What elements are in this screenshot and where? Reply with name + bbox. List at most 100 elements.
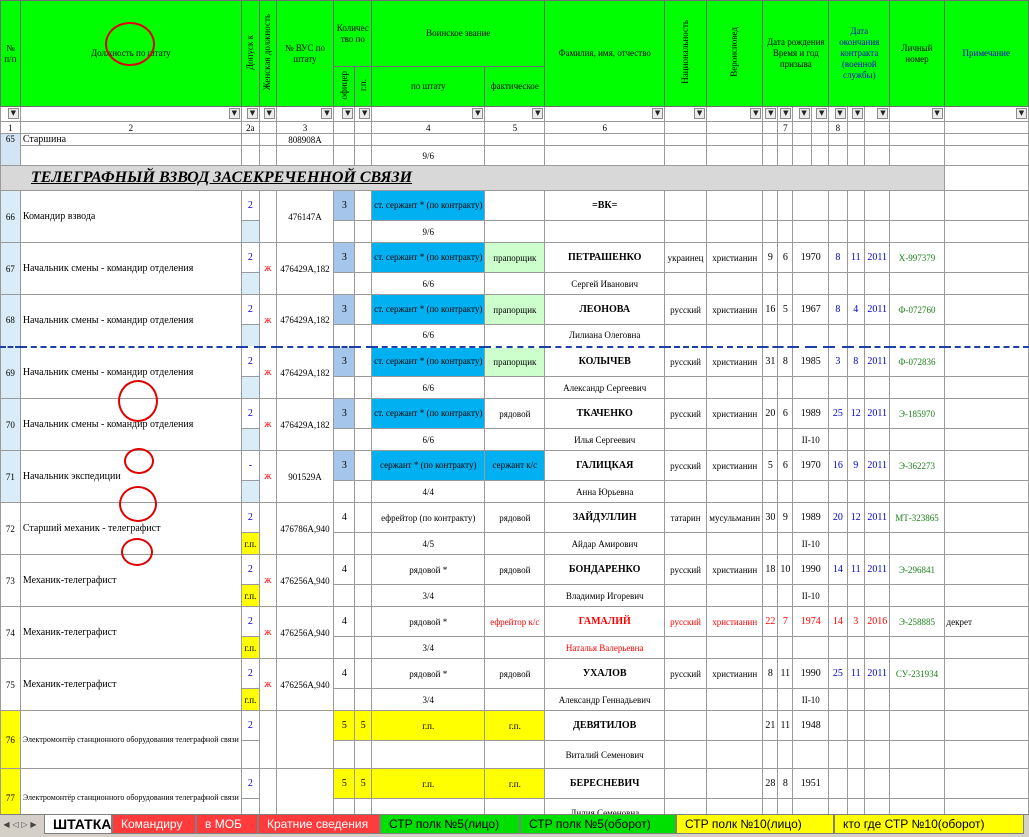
access-cell[interactable]: 2 (240, 606, 260, 637)
access-cell[interactable]: 2 (240, 190, 260, 221)
gp-marker-cell[interactable] (240, 428, 260, 451)
filter-dropdown-button[interactable]: ▼ (263, 108, 275, 119)
rank-sub-cell[interactable]: 3/4 (371, 636, 486, 659)
table-row[interactable]: 65 Старшина 808908А (0, 133, 1029, 166)
first-sheet-icon[interactable]: ◀ (2, 818, 11, 831)
last-sheet-icon[interactable]: ▶ (29, 818, 38, 831)
note-cell[interactable] (943, 242, 1029, 273)
birth-year-cell[interactable]: 1990 (792, 658, 830, 689)
gender-cell[interactable] (258, 710, 277, 769)
contract-year-cell[interactable]: 2011 (864, 345, 891, 377)
filter-dropdown-button[interactable]: ▼ (931, 108, 943, 119)
call-up-cell[interactable] (792, 272, 830, 295)
contract-year-cell[interactable]: 2011 (864, 554, 891, 585)
religion-cell[interactable]: христианин (706, 606, 764, 637)
surname-cell[interactable]: ТКАЧЕНКО (544, 398, 666, 429)
religion-cell[interactable]: христианин (706, 294, 764, 325)
personal-number-cell[interactable]: СУ-231934 (889, 658, 945, 689)
contract-day-cell[interactable]: 8 (828, 242, 848, 273)
count-gp-cell[interactable]: 5 (354, 768, 373, 799)
count-gp-cell[interactable] (354, 658, 373, 689)
religion-cell[interactable]: христианин (706, 450, 764, 481)
birth-month-cell[interactable]: 5 (777, 294, 794, 325)
surname-cell[interactable]: ПЕТРАШЕНКО (544, 242, 666, 273)
rank-sub-cell[interactable]: 6/6 (371, 324, 486, 347)
next-sheet-icon[interactable]: ▷ (20, 818, 29, 831)
given-names-cell[interactable]: Лилиана Олеговна (544, 324, 666, 347)
birth-month-cell[interactable] (777, 190, 794, 221)
access-cell[interactable]: 2 (240, 658, 260, 689)
birth-day-cell[interactable]: 28 (762, 768, 779, 799)
position-cell[interactable]: Механик-телеграфист (19, 606, 242, 659)
filter-dropdown-button[interactable]: ▼ (877, 108, 889, 119)
birth-month-cell[interactable]: 11 (777, 658, 794, 689)
rank-staff-cell[interactable]: ст. сержант * (по контракту) (371, 398, 486, 429)
birth-year-cell[interactable]: 1970 (792, 450, 830, 481)
birth-day-cell[interactable]: 31 (762, 345, 779, 377)
surname-cell[interactable]: УХАЛОВ (544, 658, 666, 689)
gp-marker-cell[interactable] (240, 480, 260, 503)
rank-actual-cell[interactable]: сержант к/с (484, 450, 546, 481)
contract-day-cell[interactable] (828, 768, 848, 799)
birth-year-cell[interactable]: 1970 (792, 242, 830, 273)
contract-month-cell[interactable]: 8 (846, 345, 866, 377)
surname-cell[interactable]: КОЛЫЧЕВ (544, 345, 666, 377)
given-names-cell[interactable]: Наталья Валерьевна (544, 636, 666, 659)
surname-cell[interactable]: ЛЕОНОВА (544, 294, 666, 325)
given-names-cell[interactable]: Виталий Семенович (544, 740, 666, 769)
contract-month-cell[interactable]: 3 (846, 606, 866, 637)
nationality-cell[interactable]: русский (664, 450, 708, 481)
count-cell[interactable]: 3 (333, 294, 356, 325)
gender-cell[interactable]: ж (258, 658, 277, 711)
contract-month-cell[interactable]: 11 (846, 554, 866, 585)
nationality-cell[interactable]: украинец (664, 242, 708, 273)
rank-sub-cell[interactable]: 4/5 (371, 532, 486, 555)
table-row[interactable]: 68 Начальник смены - командир отделения 2 ж… (0, 294, 1029, 347)
table-row[interactable]: 66 Командир взвода 2 476147А 3 ст. сержант * … (0, 190, 1029, 243)
personal-number-cell[interactable]: Э-362273 (889, 450, 945, 481)
religion-cell[interactable]: мусульманин (706, 502, 764, 533)
position-cell[interactable]: Начальник смены - командир отделения (19, 294, 242, 347)
contract-year-cell[interactable] (864, 710, 891, 741)
personal-number-cell[interactable]: Э-185970 (889, 398, 945, 429)
rank-sub-cell[interactable]: 6/6 (371, 428, 486, 451)
rank-actual-cell[interactable]: г.п. (484, 710, 546, 741)
tab-sheet-6[interactable]: СТР полк №10(лицо) (676, 815, 834, 834)
birth-day-cell[interactable]: 22 (762, 606, 779, 637)
rank-staff-cell[interactable]: ст. сержант * (по контракту) (371, 190, 486, 221)
nationality-cell[interactable]: татарин (664, 502, 708, 533)
birth-year-cell[interactable]: 1948 (792, 710, 830, 741)
rank-staff-cell[interactable]: сержант * (по контракту) (371, 450, 486, 481)
count-cell[interactable]: 3 (333, 190, 356, 221)
contract-day-cell[interactable]: 25 (828, 658, 848, 689)
note-cell[interactable] (943, 768, 1029, 799)
contract-month-cell[interactable] (846, 190, 866, 221)
access-cell[interactable]: 2 (240, 242, 260, 273)
birth-day-cell[interactable]: 20 (762, 398, 779, 429)
rank-staff-cell[interactable]: г.п. (371, 768, 486, 799)
vus-cell[interactable]: 476256А,940 (275, 606, 335, 659)
tab-sheet-1[interactable]: Командиру (112, 815, 196, 834)
filter-dropdown-button[interactable]: ▼ (342, 108, 354, 119)
given-names-cell[interactable]: Александр Геннадьевич (544, 688, 666, 711)
personal-number-cell[interactable]: Ф-072760 (889, 294, 945, 325)
contract-year-cell[interactable] (864, 768, 891, 799)
filter-dropdown-button[interactable]: ▼ (652, 108, 664, 119)
vus-cell[interactable]: 901529А (275, 450, 335, 503)
rank-actual-cell[interactable]: рядовой (484, 502, 546, 533)
count-gp-cell[interactable] (354, 398, 373, 429)
birth-month-cell[interactable]: 6 (777, 450, 794, 481)
count-cell[interactable]: 4 (333, 554, 356, 585)
filter-dropdown-button[interactable]: ▼ (228, 108, 240, 119)
vus-cell[interactable] (275, 768, 335, 814)
contract-day-cell[interactable]: 20 (828, 502, 848, 533)
contract-day-cell[interactable] (828, 190, 848, 221)
contract-year-cell[interactable]: 2011 (864, 294, 891, 325)
gender-cell[interactable]: ж (258, 398, 277, 451)
nationality-cell[interactable]: русский (664, 345, 708, 377)
filter-dropdown-button[interactable]: ▼ (780, 108, 792, 119)
rank-sub-cell[interactable]: 6/6 (371, 376, 486, 399)
gender-cell[interactable]: ж (258, 450, 277, 503)
gender-cell[interactable]: ж (258, 242, 277, 295)
rank-sub-cell[interactable] (371, 798, 486, 814)
